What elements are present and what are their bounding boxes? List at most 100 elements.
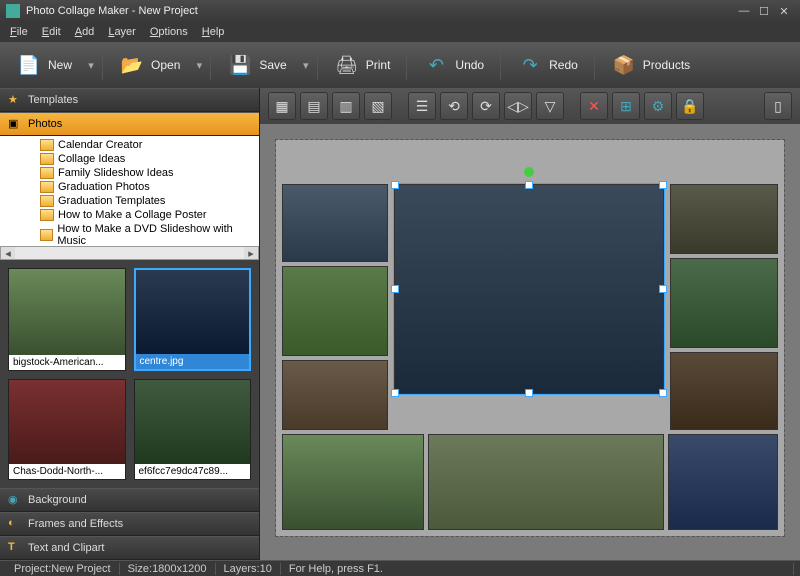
- undo-button[interactable]: ↶Undo: [413, 48, 494, 82]
- section-frames[interactable]: ◐Frames and Effects: [0, 512, 259, 536]
- save-icon: 💾: [227, 52, 253, 78]
- flip-v-button[interactable]: ▽: [536, 92, 564, 120]
- thumbnail[interactable]: ef6fcc7e9dc47c89...: [134, 379, 252, 480]
- settings-button[interactable]: ⚙: [644, 92, 672, 120]
- products-button[interactable]: 📦Products: [601, 48, 700, 82]
- thumbnail-grid: bigstock-American... centre.jpg Chas-Dod…: [0, 260, 259, 488]
- menu-file[interactable]: File: [4, 24, 34, 40]
- resize-handle[interactable]: [659, 181, 667, 189]
- tree-hscroll[interactable]: ◂▸: [0, 246, 259, 260]
- rotate-handle[interactable]: [524, 167, 534, 177]
- save-button[interactable]: 💾Save: [217, 48, 296, 82]
- resize-handle[interactable]: [659, 285, 667, 293]
- folder-icon: [40, 209, 54, 221]
- collage-cell[interactable]: [668, 434, 778, 530]
- menu-add[interactable]: Add: [69, 24, 101, 40]
- folder-icon: [40, 195, 54, 207]
- tree-item[interactable]: Graduation Photos: [0, 180, 259, 194]
- section-templates[interactable]: ★Templates: [0, 88, 259, 112]
- resize-handle[interactable]: [525, 389, 533, 397]
- thumbnail[interactable]: bigstock-American...: [8, 268, 126, 371]
- titlebar: Photo Collage Maker - New Project — ☐ ✕: [0, 0, 800, 22]
- open-button[interactable]: 📂Open: [109, 48, 190, 82]
- send-backward-button[interactable]: ▥: [332, 92, 360, 120]
- new-dropdown[interactable]: ▾: [86, 59, 96, 72]
- folder-icon: [40, 153, 54, 165]
- resize-handle[interactable]: [391, 181, 399, 189]
- page-button[interactable]: ▯: [764, 92, 792, 120]
- folder-tree[interactable]: Calendar Creator Collage Ideas Family Sl…: [0, 136, 259, 246]
- statusbar: Project:New Project Size:1800x1200 Layer…: [0, 560, 800, 576]
- flip-h-button[interactable]: ◁▷: [504, 92, 532, 120]
- status-layers: Layers:10: [216, 563, 281, 575]
- tree-item[interactable]: Calendar Creator: [0, 138, 259, 152]
- photos-icon: ▣: [8, 117, 22, 131]
- collage-cell[interactable]: [282, 360, 388, 430]
- rotate-right-button[interactable]: ⟳: [472, 92, 500, 120]
- menu-layer[interactable]: Layer: [102, 24, 142, 40]
- collage-cell[interactable]: [282, 184, 388, 262]
- rotate-left-button[interactable]: ⟲: [440, 92, 468, 120]
- folder-icon: [40, 167, 54, 179]
- maximize-button[interactable]: ☐: [754, 5, 774, 18]
- collage-cell[interactable]: [428, 434, 664, 530]
- status-help: For Help, press F1.: [281, 563, 794, 575]
- delete-button[interactable]: ✕: [580, 92, 608, 120]
- resize-handle[interactable]: [659, 389, 667, 397]
- scroll-left-icon[interactable]: ◂: [1, 247, 15, 260]
- collage-cell[interactable]: [670, 258, 778, 348]
- tree-item[interactable]: Graduation Templates: [0, 194, 259, 208]
- frames-icon: ◐: [8, 517, 22, 531]
- resize-handle[interactable]: [391, 389, 399, 397]
- canvas-toolbar: ▦ ▤ ▥ ▧ ☰ ⟲ ⟳ ◁▷ ▽ ✕ ⊞ ⚙ 🔒 ▯: [260, 88, 800, 124]
- bring-front-button[interactable]: ▦: [268, 92, 296, 120]
- star-icon: ★: [8, 93, 22, 107]
- open-dropdown[interactable]: ▾: [194, 59, 204, 72]
- main-toolbar: 📄New ▾ 📂Open ▾ 💾Save ▾ 🖨Print ↶Undo ↷Red…: [0, 42, 800, 88]
- folder-icon: [40, 139, 54, 151]
- collage-cell[interactable]: [670, 184, 778, 254]
- left-panel: ★Templates ▣Photos Calendar Creator Coll…: [0, 88, 260, 560]
- menu-edit[interactable]: Edit: [36, 24, 67, 40]
- scroll-right-icon[interactable]: ▸: [244, 247, 258, 260]
- collage-cell[interactable]: [670, 352, 778, 430]
- tree-item[interactable]: How to Make a DVD Slideshow with Music: [0, 222, 259, 246]
- redo-button[interactable]: ↷Redo: [507, 48, 588, 82]
- text-icon: T: [8, 541, 22, 555]
- collage-cell[interactable]: [282, 266, 388, 356]
- print-button[interactable]: 🖨Print: [324, 48, 401, 82]
- status-size: Size:1800x1200: [120, 563, 216, 575]
- save-dropdown[interactable]: ▾: [301, 59, 311, 72]
- send-back-button[interactable]: ▧: [364, 92, 392, 120]
- redo-icon: ↷: [517, 52, 543, 78]
- print-icon: 🖨: [334, 52, 360, 78]
- tree-item[interactable]: How to Make a Collage Poster: [0, 208, 259, 222]
- tree-item[interactable]: Collage Ideas: [0, 152, 259, 166]
- section-text[interactable]: TText and Clipart: [0, 536, 259, 560]
- folder-icon: [40, 229, 53, 241]
- collage-cell-selected[interactable]: [394, 184, 664, 394]
- minimize-button[interactable]: —: [734, 5, 754, 17]
- resize-handle[interactable]: [525, 181, 533, 189]
- lock-button[interactable]: 🔒: [676, 92, 704, 120]
- new-button[interactable]: 📄New: [6, 48, 82, 82]
- canvas[interactable]: [260, 124, 800, 560]
- bring-forward-button[interactable]: ▤: [300, 92, 328, 120]
- collage-cell[interactable]: [282, 434, 424, 530]
- menubar: File Edit Add Layer Options Help: [0, 22, 800, 42]
- align-button[interactable]: ☰: [408, 92, 436, 120]
- window-title: Photo Collage Maker - New Project: [26, 5, 734, 17]
- menu-options[interactable]: Options: [144, 24, 194, 40]
- crop-button[interactable]: ⊞: [612, 92, 640, 120]
- resize-handle[interactable]: [391, 285, 399, 293]
- section-photos[interactable]: ▣Photos: [0, 112, 259, 136]
- close-button[interactable]: ✕: [774, 5, 794, 18]
- canvas-area: ▦ ▤ ▥ ▧ ☰ ⟲ ⟳ ◁▷ ▽ ✕ ⊞ ⚙ 🔒 ▯: [260, 88, 800, 560]
- thumbnail[interactable]: Chas-Dodd-North-...: [8, 379, 126, 480]
- tree-item[interactable]: Family Slideshow Ideas: [0, 166, 259, 180]
- thumbnail[interactable]: centre.jpg: [134, 268, 252, 371]
- menu-help[interactable]: Help: [196, 24, 231, 40]
- section-background[interactable]: ◉Background: [0, 488, 259, 512]
- collage-page[interactable]: [276, 140, 784, 536]
- folder-icon: [40, 181, 54, 193]
